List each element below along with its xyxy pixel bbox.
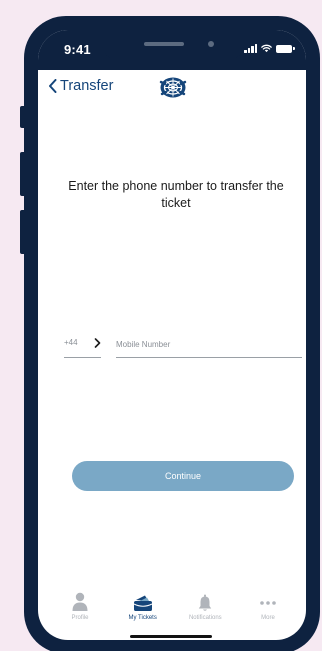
- home-indicator: [130, 635, 212, 638]
- tab-label-my-tickets: My Tickets: [128, 615, 157, 621]
- continue-button[interactable]: Continue: [72, 461, 294, 491]
- country-code-value: +44: [64, 338, 78, 347]
- phone-frame: 9:41 Transfer Enter the phone number to …: [24, 16, 320, 651]
- more-dots-icon: [260, 601, 276, 605]
- status-time: 9:41: [64, 42, 91, 57]
- ticket-wallet-icon: [133, 595, 152, 611]
- camera: [208, 41, 214, 47]
- battery-icon: [276, 44, 295, 53]
- chevron-left-icon: [49, 79, 57, 93]
- tab-label-notifications: Notifications: [188, 615, 222, 621]
- chevron-right-icon: [94, 337, 101, 348]
- wifi-icon: [261, 44, 272, 53]
- tab-more[interactable]: More: [240, 590, 296, 640]
- tab-my-tickets[interactable]: My Tickets: [115, 590, 171, 640]
- country-code-selector[interactable]: +44: [64, 330, 101, 358]
- speaker: [144, 42, 184, 46]
- tab-label-more: More: [261, 615, 275, 621]
- nav-bar: Transfer: [38, 70, 306, 106]
- bell-icon: [199, 594, 212, 611]
- thistle-logo-icon: [159, 77, 187, 98]
- back-label: Transfer: [60, 78, 114, 94]
- status-icons: [244, 44, 295, 53]
- screen: 9:41 Transfer Enter the phone number to …: [38, 30, 306, 640]
- person-icon: [72, 592, 88, 611]
- notch: [102, 30, 244, 60]
- tab-profile[interactable]: Profile: [52, 590, 108, 640]
- signal-icon: [244, 44, 257, 53]
- back-button[interactable]: Transfer: [48, 78, 113, 94]
- status-bar: 9:41: [38, 30, 306, 70]
- mobile-number-input[interactable]: [116, 330, 302, 358]
- tab-label-profile: Profile: [71, 615, 89, 621]
- phone-input-row: +44: [64, 330, 302, 358]
- page-heading: Enter the phone number to transfer the t…: [68, 179, 284, 210]
- tab-notifications[interactable]: Notifications: [177, 590, 233, 640]
- tab-bar: Profile My Tickets Notifications More: [38, 590, 306, 640]
- stage: 9:41 Transfer Enter the phone number to …: [0, 0, 322, 651]
